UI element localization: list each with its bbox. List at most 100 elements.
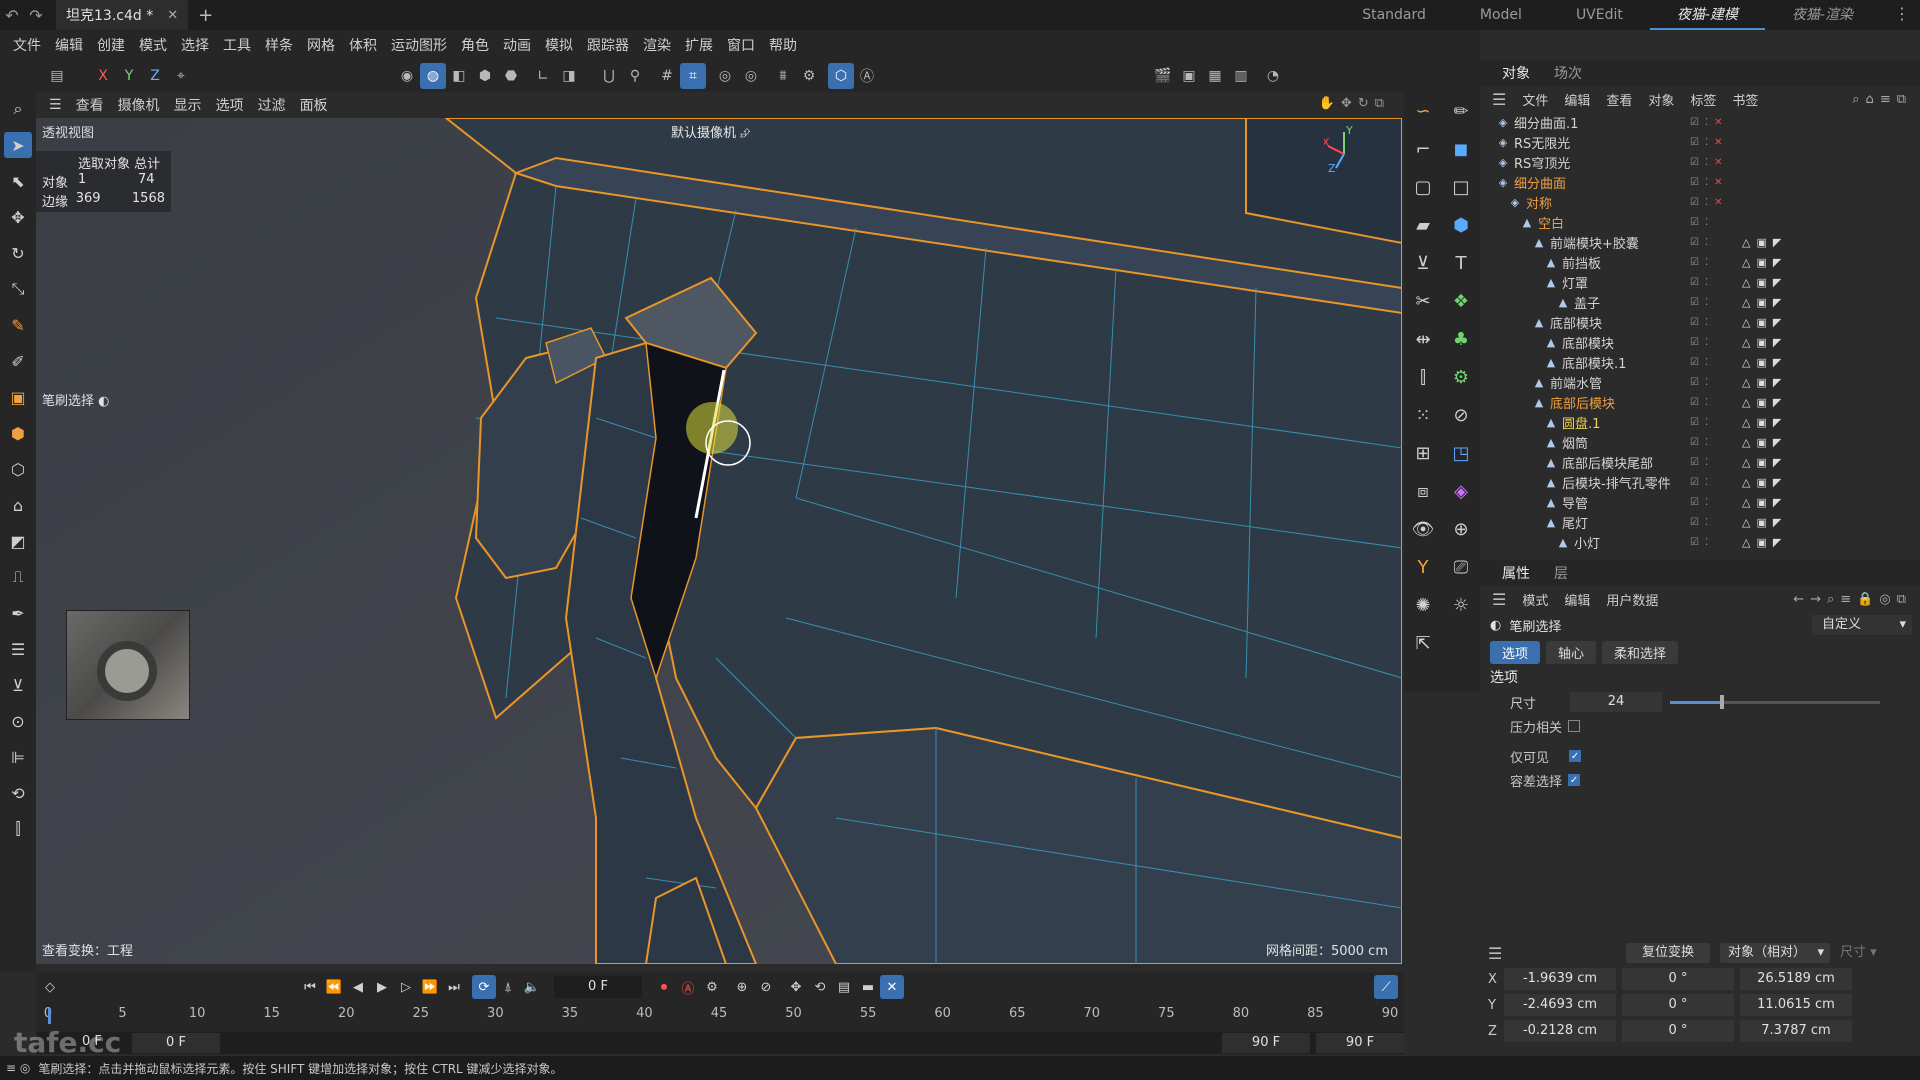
visibility-dots-icon[interactable]: ⁚	[1705, 377, 1708, 388]
object-name[interactable]: 空白	[1538, 213, 1564, 232]
layout-night-modeling[interactable]: 夜猫-建模	[1649, 0, 1765, 30]
object-tags[interactable]: △ ▣ ◤	[1742, 496, 1781, 509]
object-tree-row[interactable]: ▲ 导管 ☑ ⁚ △ ▣ ◤	[1480, 492, 1920, 512]
object-tags[interactable]: △ ▣ ◤	[1742, 316, 1781, 329]
object-name[interactable]: 前挡板	[1562, 253, 1601, 272]
tab-layers[interactable]: 层	[1542, 563, 1580, 583]
selection-tag-icon[interactable]: ◤	[1773, 296, 1781, 309]
phong-tag-icon[interactable]: △	[1742, 436, 1750, 449]
edit-check-icon[interactable]: ☑	[1690, 357, 1699, 368]
visibility-dots-icon[interactable]: ⁚	[1705, 457, 1708, 468]
material-tag-icon[interactable]: ▣	[1756, 416, 1766, 429]
phong-tag-icon[interactable]: △	[1742, 456, 1750, 469]
position-z-field[interactable]: -0.2128 cm	[1504, 1020, 1616, 1042]
menu-edit[interactable]: 编辑	[48, 35, 90, 55]
layers-icon[interactable]: ☰	[4, 636, 32, 662]
uv-mode-icon[interactable]: ⬣	[498, 63, 524, 89]
key-param-icon[interactable]: ⟲	[808, 975, 832, 999]
perspective-viewport[interactable]: 透视视图 默认摄像机 ⮵ Y X Z 选取对象 总计 对象 1 74 边缘 36…	[36, 118, 1402, 964]
layout-uvedit[interactable]: UVEdit	[1549, 0, 1650, 30]
coordinate-system-icon[interactable]: ⌖	[168, 63, 194, 89]
tab-takes[interactable]: 场次	[1542, 63, 1594, 83]
object-name[interactable]: 底部模块	[1562, 333, 1614, 352]
go-to-start-icon[interactable]: ⏮	[298, 975, 322, 999]
object-tree-row[interactable]: ▲ 空白 ☑ ⁚	[1480, 212, 1920, 232]
om-menu-tags[interactable]: 标签	[1682, 90, 1724, 109]
visibility-dots-icon[interactable]: ⁚	[1705, 517, 1708, 528]
uv-icon[interactable]: ◳	[1447, 439, 1475, 467]
size-input[interactable]: 24	[1570, 692, 1662, 712]
phong-tag-icon[interactable]: △	[1742, 536, 1750, 549]
zoom-icon[interactable]: ⌕	[4, 96, 32, 122]
visibility-flags[interactable]: ☑ ⁚ ✕	[1690, 157, 1723, 168]
reset-transform-button[interactable]: 复位变换	[1626, 943, 1710, 963]
object-name[interactable]: 尾灯	[1562, 513, 1588, 532]
object-tree-row[interactable]: ▲ 前端模块+胶囊 ☑ ⁚ △ ▣ ◤	[1480, 232, 1920, 252]
object-tree-row[interactable]: ▲ 尾灯 ☑ ⁚ △ ▣ ◤	[1480, 512, 1920, 532]
rotation-z-field[interactable]: 0 °	[1622, 1020, 1734, 1042]
redo-icon[interactable]: ↷	[24, 3, 48, 27]
object-tree-row[interactable]: ◈ RS穹顶光 ☑ ⁚ ✕	[1480, 152, 1920, 172]
menu-animate[interactable]: 动画	[496, 35, 538, 55]
layout-model[interactable]: Model	[1453, 0, 1549, 30]
om-menu-file[interactable]: 文件	[1514, 90, 1556, 109]
timeline-graph-icon[interactable]: ⟋	[1374, 975, 1398, 999]
pressure-checkbox[interactable]	[1568, 720, 1581, 732]
menu-mesh[interactable]: 网格	[300, 35, 342, 55]
object-name[interactable]: 底部后模块	[1550, 393, 1615, 412]
effector-gear-icon[interactable]: ⚙	[1447, 363, 1475, 391]
spline-pen-icon[interactable]: ∽	[1409, 97, 1437, 125]
object-tree-row[interactable]: ▲ 前挡板 ☑ ⁚ △ ▣ ◤	[1480, 252, 1920, 272]
object-name[interactable]: 灯罩	[1562, 273, 1588, 292]
model-mode-icon[interactable]: ◉	[394, 63, 420, 89]
tweak-icon[interactable]: ⚲	[622, 63, 648, 89]
visibility-dots-icon[interactable]: ⁚	[1705, 157, 1708, 168]
object-name[interactable]: 盖子	[1574, 293, 1600, 312]
visibility-flags[interactable]: ☑ ⁚ ✕	[1690, 197, 1723, 208]
plane-icon[interactable]: □	[1447, 173, 1475, 201]
menu-window[interactable]: 窗口	[720, 35, 762, 55]
menu-simulate[interactable]: 模拟	[538, 35, 580, 55]
attr-nav-icons[interactable]: ←→⌕≡🔒◎⧉	[1793, 592, 1912, 607]
menu-character[interactable]: 角色	[454, 35, 496, 55]
size-slider[interactable]	[1670, 694, 1880, 709]
move-icon[interactable]: ✥	[4, 204, 32, 230]
visibility-dots-icon[interactable]: ⁚	[1705, 417, 1708, 428]
null-icon[interactable]: ▢	[1409, 173, 1437, 201]
sketch-icon[interactable]: ⊻	[4, 672, 32, 698]
object-name[interactable]: 细分曲面	[1514, 173, 1566, 192]
object-name[interactable]: 前端模块+胶囊	[1550, 233, 1639, 252]
visibility-dots-icon[interactable]: ⁚	[1705, 477, 1708, 488]
object-name[interactable]: 底部后模块尾部	[1562, 453, 1653, 472]
edit-check-icon[interactable]: ☑	[1690, 537, 1699, 548]
visibility-flags[interactable]: ☑ ⁚	[1690, 337, 1708, 348]
playhead[interactable]	[48, 1008, 51, 1024]
light-icon[interactable]: ☼	[1447, 591, 1475, 619]
z-axis-lock[interactable]: Z	[142, 63, 168, 89]
document-tab[interactable]: 坦克13.c4d * ✕	[56, 0, 189, 30]
position-x-field[interactable]: -1.9639 cm	[1504, 968, 1616, 990]
visibility-flags[interactable]: ☑ ⁚	[1690, 397, 1708, 408]
menu-volume[interactable]: 体积	[342, 35, 384, 55]
phong-tag-icon[interactable]: △	[1742, 496, 1750, 509]
mirror-icon[interactable]: ⫿	[1409, 363, 1437, 391]
coordinate-mode-dropdown[interactable]: 对象（相对） ▾	[1720, 943, 1830, 963]
render-region-icon[interactable]: 🎬	[1150, 63, 1176, 89]
render-view-icon[interactable]: ▣	[1176, 63, 1202, 89]
key-pla-icon[interactable]: ▤	[832, 975, 856, 999]
edit-check-icon[interactable]: ☑	[1690, 317, 1699, 328]
new-tab-icon[interactable]: +	[198, 5, 213, 26]
visibility-flags[interactable]: ☑ ⁚	[1690, 417, 1708, 428]
knife-tool-icon[interactable]: ✂	[1409, 287, 1437, 315]
object-tree-row[interactable]: ◈ 细分曲面 ☑ ⁚ ✕	[1480, 172, 1920, 192]
object-name[interactable]: 前端水管	[1550, 373, 1602, 392]
object-tags[interactable]: △ ▣ ◤	[1742, 376, 1781, 389]
om-menu-view[interactable]: 查看	[1598, 90, 1640, 109]
camera-label[interactable]: 默认摄像机 ⮵	[671, 122, 751, 141]
object-tree-row[interactable]: ▲ 后模块-排气孔零件 ☑ ⁚ △ ▣ ◤	[1480, 472, 1920, 492]
phong-tag-icon[interactable]: △	[1742, 476, 1750, 489]
volume-icon[interactable]: ⧈	[1409, 477, 1437, 505]
extrude-generator-icon[interactable]: ▰	[1409, 211, 1437, 239]
visibility-dots-icon[interactable]: ⁚	[1705, 277, 1708, 288]
points-mode-icon[interactable]: ◍	[420, 63, 446, 89]
